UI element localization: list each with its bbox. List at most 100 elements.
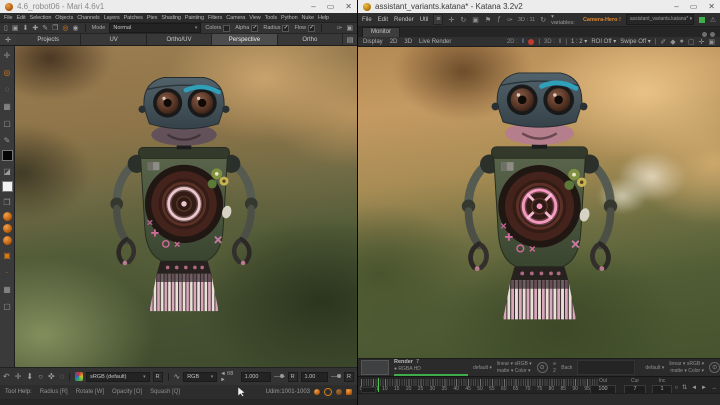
foreground-color-swatch[interactable]: [2, 150, 13, 161]
back-buffer-label[interactable]: Back: [561, 365, 572, 371]
gear-icon[interactable]: ⊙: [709, 362, 720, 373]
variables-value[interactable]: Camera-Hero !: [583, 17, 621, 23]
reset-button[interactable]: R: [288, 372, 298, 382]
menu-item[interactable]: Painting: [185, 15, 204, 21]
swap-colors-icon[interactable]: ❐: [3, 195, 10, 209]
checkbox-box[interactable]: [251, 25, 258, 32]
close-button[interactable]: ✕: [708, 0, 715, 13]
refresh-icon[interactable]: ↻: [460, 16, 466, 24]
paint-through-tool-icon[interactable]: [3, 212, 12, 221]
linear-select[interactable]: linear ▾: [497, 361, 513, 367]
warning-icon[interactable]: ⚠: [710, 16, 716, 24]
record-stop-icon[interactable]: [528, 39, 534, 45]
smudge-tool-icon[interactable]: ◪: [3, 164, 11, 178]
tablet-icon[interactable]: ▣: [346, 23, 353, 34]
play-back-icon[interactable]: ◄: [691, 385, 697, 392]
loop-icon[interactable]: ○: [674, 385, 678, 392]
mirror-icon[interactable]: ✜: [48, 372, 55, 381]
view-tab[interactable]: Ortho/UV: [147, 34, 212, 45]
channel-select[interactable]: RGB ▾: [183, 372, 217, 382]
toolbar-checkbox[interactable]: Alpha: [235, 25, 258, 32]
scene-file-select[interactable]: assistant_variants.katana* ▾: [626, 14, 694, 25]
close-button[interactable]: ✕: [345, 0, 352, 13]
blur-tool-icon[interactable]: [3, 236, 12, 245]
goto-end-icon[interactable]: →: [711, 385, 717, 392]
patch-tool-icon[interactable]: ▣: [3, 248, 11, 262]
menu-item[interactable]: Channels: [77, 15, 99, 21]
srgb-select[interactable]: sRGB ▾: [514, 361, 531, 367]
mari-titlebar[interactable]: 4.6_robot06 - Mari 4.6v1 – ▭ ✕: [0, 0, 357, 13]
matte-select[interactable]: matte ▾: [670, 368, 686, 374]
color-select[interactable]: Color ▾: [688, 368, 704, 374]
timeline-ruler[interactable]: [361, 379, 599, 386]
colorspace-select[interactable]: sRGB (default) ▾: [86, 372, 150, 382]
menu-item[interactable]: Edit: [378, 17, 388, 23]
katana-monitor-viewport[interactable]: [358, 47, 720, 358]
menu-item[interactable]: Camera: [226, 15, 245, 21]
dashed-circle-icon[interactable]: ◌: [60, 372, 65, 381]
render-thumbnail[interactable]: [361, 360, 389, 375]
gamma-field[interactable]: 1.00: [301, 372, 328, 382]
timeline[interactable]: 0510152025303540455055606570758085909510…: [358, 376, 720, 394]
color-picker-icon[interactable]: [75, 372, 83, 381]
diamond-icon[interactable]: ◆: [670, 38, 675, 46]
checkbox-box[interactable]: [308, 25, 315, 32]
monitor-mode-item[interactable]: 3D: [404, 39, 412, 45]
color-select[interactable]: Color ▾: [515, 368, 531, 374]
view-tab[interactable]: Ortho: [278, 34, 343, 45]
knob-icon[interactable]: ◉: [73, 23, 79, 34]
move-tool-corner-icon[interactable]: ✛: [0, 34, 16, 45]
brush-icon[interactable]: ✎: [42, 23, 48, 34]
curve-icon[interactable]: ∿: [173, 372, 180, 381]
toolbar-checkbox[interactable]: Flow: [294, 25, 315, 32]
udim-icon[interactable]: [314, 389, 320, 395]
cur-frame-field[interactable]: Cur 7: [624, 378, 646, 394]
menu-item[interactable]: Edit: [16, 15, 25, 21]
new-project-icon[interactable]: ▯: [4, 23, 8, 34]
roi-select[interactable]: ROI Off ▾: [591, 38, 616, 45]
udim-icon[interactable]: [336, 389, 342, 395]
3d-pause-icon[interactable]: ‖: [559, 39, 561, 45]
menu-item[interactable]: Ptex: [147, 15, 158, 21]
undo-icon[interactable]: ↶: [3, 372, 10, 381]
uv-grid-icon[interactable]: ▦: [3, 282, 11, 296]
maximize-button[interactable]: ▭: [327, 0, 335, 13]
gamma-slider[interactable]: [331, 376, 341, 377]
menu-item[interactable]: File: [362, 17, 372, 23]
inc-frame-field[interactable]: Inc 1: [652, 378, 672, 394]
menu-item[interactable]: Nuke: [302, 15, 314, 21]
dot-icon[interactable]: ●: [680, 38, 684, 45]
open-project-icon[interactable]: ▣: [12, 23, 19, 34]
play-forward-icon[interactable]: ►: [701, 385, 707, 392]
canvas-layout-icon[interactable]: ▤: [343, 34, 357, 45]
linear-select[interactable]: linear ▾: [669, 361, 685, 367]
view-tab[interactable]: Projects: [16, 34, 81, 45]
blend-mode-select[interactable]: Normal ▾: [109, 23, 201, 33]
menu-item[interactable]: Python: [281, 15, 298, 21]
menu-item[interactable]: Patches: [124, 15, 143, 21]
expression-icon[interactable]: ƒ: [497, 16, 501, 23]
exposure-slider[interactable]: [274, 376, 284, 377]
drop-icon[interactable]: ⬇: [26, 372, 33, 381]
menu-item[interactable]: Help: [318, 15, 329, 21]
circle-select-icon[interactable]: ◌: [5, 82, 10, 96]
mari-3d-canvas[interactable]: [15, 46, 357, 367]
add-paint-icon[interactable]: ✚: [32, 23, 38, 34]
udim-square-icon[interactable]: [346, 389, 352, 395]
menu-item[interactable]: View: [249, 15, 260, 21]
warp-tool-icon[interactable]: ▦: [3, 99, 11, 113]
refresh-icon[interactable]: ↻: [540, 16, 546, 24]
default-select[interactable]: default ▾: [645, 365, 664, 371]
monitor-mode-item[interactable]: 2D: [390, 39, 398, 45]
monitor-mode-item[interactable]: Display: [363, 39, 383, 45]
tab-monitor[interactable]: Monitor: [362, 27, 400, 37]
import-icon[interactable]: ⬇: [22, 23, 28, 34]
out-frame-field[interactable]: Out 100: [590, 378, 616, 394]
robot-render[interactable]: [434, 47, 645, 333]
view-tab[interactable]: UV: [81, 34, 146, 45]
dot-icon[interactable]: ·: [6, 265, 9, 279]
reset-button[interactable]: R: [344, 372, 354, 382]
paint-brush-icon[interactable]: ✎: [4, 133, 11, 147]
move-tool-icon[interactable]: ✛: [4, 48, 11, 62]
toolbar-checkbox[interactable]: Radius: [263, 25, 289, 32]
